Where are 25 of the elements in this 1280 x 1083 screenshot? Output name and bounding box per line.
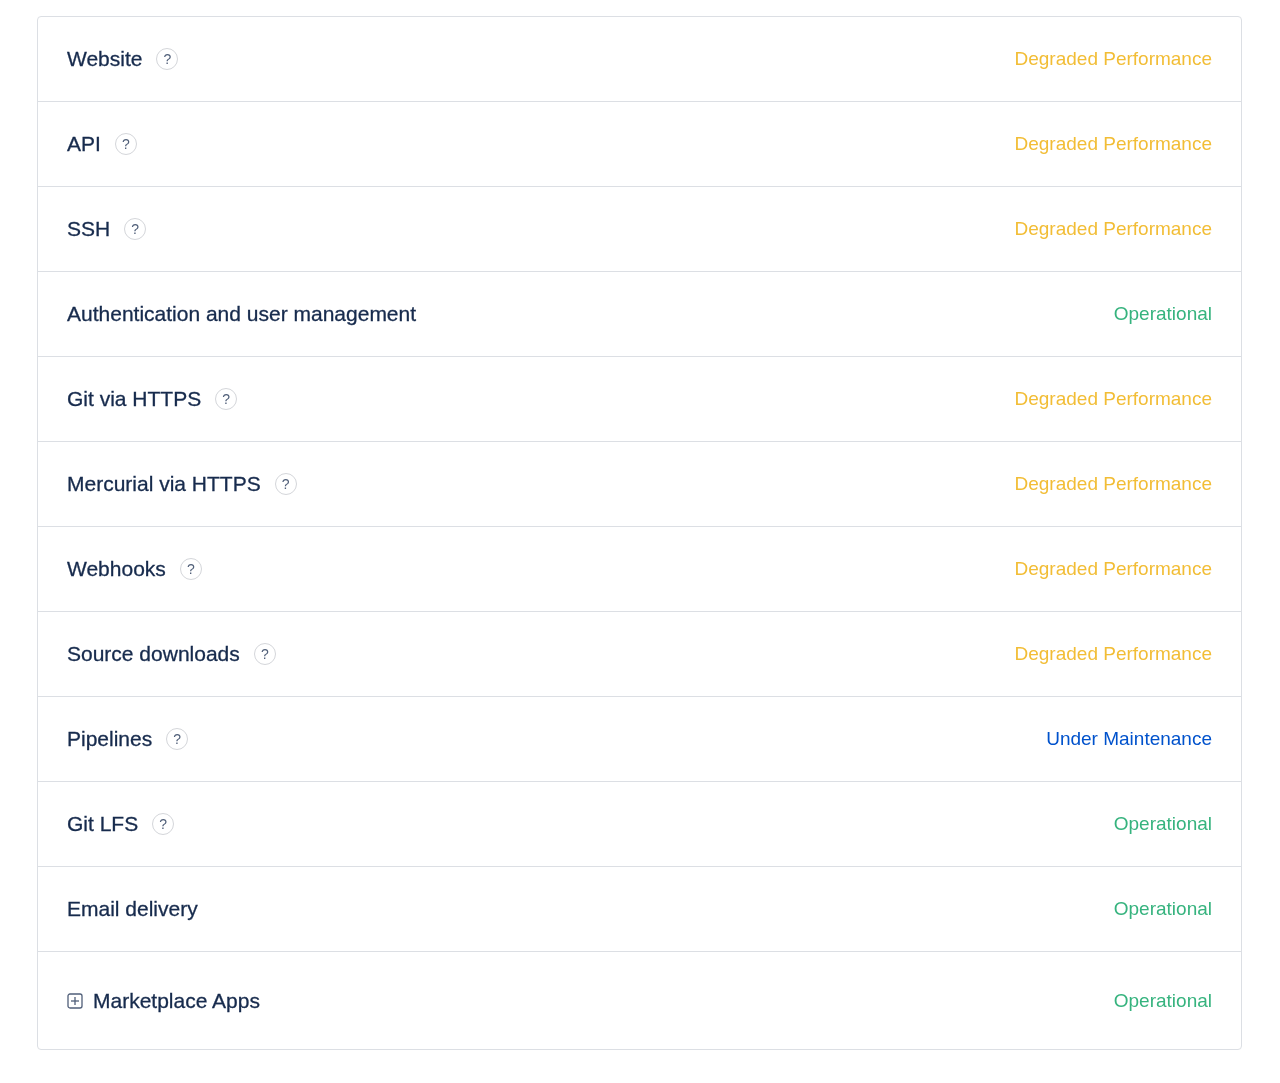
component-status: Under Maintenance [1046, 728, 1212, 750]
component-status: Degraded Performance [1014, 388, 1212, 410]
component-name: Pipelines [67, 727, 153, 751]
component-status: Degraded Performance [1014, 643, 1212, 665]
component-name: Source downloads [67, 642, 240, 666]
component-status: Operational [1113, 303, 1212, 325]
component-status: Degraded Performance [1014, 558, 1212, 580]
component-status: Degraded Performance [1014, 48, 1212, 70]
component-status: Operational [1113, 989, 1212, 1012]
component-status: Degraded Performance [1014, 133, 1212, 155]
component-name: Authentication and user management [67, 302, 417, 326]
component-name: Git LFS [67, 812, 139, 836]
component-name: Git via HTTPS [67, 387, 202, 411]
component-name: API [67, 132, 101, 156]
component-name: Email delivery [67, 897, 198, 921]
component-status: Operational [1113, 898, 1212, 920]
component-name: Website [67, 47, 143, 71]
component-status: Operational [1113, 813, 1212, 835]
component-status: Degraded Performance [1014, 473, 1212, 495]
component-status: Degraded Performance [1014, 218, 1212, 240]
component-name: SSH [67, 217, 111, 241]
component-name: Marketplace Apps [93, 988, 260, 1013]
component-name: Webhooks [67, 557, 166, 581]
plus-box-icon[interactable] [67, 992, 83, 1009]
component-name: Mercurial via HTTPS [67, 472, 261, 496]
